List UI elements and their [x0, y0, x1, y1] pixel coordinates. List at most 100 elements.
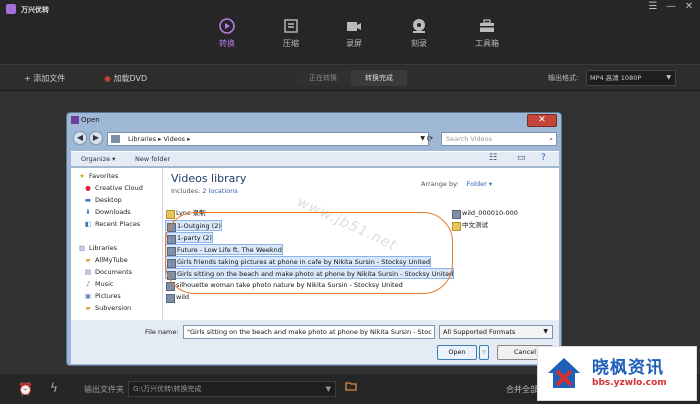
disc-icon: [410, 18, 428, 34]
preview-pane-icon[interactable]: ▭: [517, 153, 526, 163]
desktop-icon: ▬: [84, 196, 92, 204]
tab-label: 刻录: [411, 39, 427, 48]
downloads-icon: ⬇: [85, 208, 91, 216]
recent-icon: ◧: [84, 220, 92, 228]
nav-item-documents[interactable]: ▤ Documents: [83, 268, 132, 276]
brand-logo: 晓枫资讯 bbs.yzwlo.com: [537, 346, 697, 401]
command-bar: Organize ▾ New folder ☷ ▭ ?: [71, 151, 559, 167]
list-item[interactable]: wild: [165, 292, 189, 303]
organize-button[interactable]: Organize ▾: [81, 155, 115, 163]
brand-title: 晓枫资讯: [592, 358, 664, 378]
list-item[interactable]: wild_000010-000: [451, 208, 518, 219]
pictures-icon: ▣: [84, 292, 92, 300]
nav-label: Pictures: [95, 292, 121, 300]
conversion-segment: 正在转换 转换完成: [295, 70, 407, 86]
nav-item-subversion[interactable]: ▰ Subversion: [83, 304, 132, 312]
tab-label: 压缩: [283, 39, 299, 48]
alarm-icon[interactable]: ⏰: [18, 382, 33, 396]
add-files-button[interactable]: + 添加文件: [24, 73, 65, 84]
output-path: G:\万兴优转\转换完成: [133, 385, 202, 393]
back-button[interactable]: ◀: [73, 131, 87, 145]
file-name-field[interactable]: "Girls sitting on the beach and make pho…: [183, 325, 435, 339]
load-dvd-label: 加载DVD: [113, 74, 148, 83]
nav-label: Recent Places: [95, 220, 141, 228]
documents-icon: ▤: [84, 268, 92, 276]
cloud-icon: ●: [85, 184, 91, 192]
chevron-down-icon: ▼: [325, 385, 331, 393]
view-options-icon[interactable]: ☷: [489, 153, 497, 163]
merge-all-label[interactable]: 合并全部: [506, 384, 538, 395]
app-title: 万兴优转: [21, 6, 49, 14]
music-icon: ♪: [85, 280, 91, 288]
tab-label: 转换: [219, 39, 235, 48]
tab-label: 工具箱: [475, 39, 499, 48]
title-bar: 万兴优转 ☰ — ✕ 转换 压缩 录屏 刻录 工具箱: [0, 0, 700, 64]
library-icon: ▥: [78, 244, 86, 252]
tab-converted[interactable]: 转换完成: [351, 70, 407, 86]
address-bar[interactable]: Libraries ▸ Videos ▸ ▼: [107, 132, 429, 146]
library-subtitle: Includes: 2 locations: [171, 187, 238, 195]
app-logo-icon: [6, 4, 16, 14]
arrange-by-label: Arrange by:: [421, 180, 459, 188]
menu-icon[interactable]: ☰: [646, 1, 660, 12]
tab-burn[interactable]: 刻录: [394, 18, 444, 49]
dialog-footer: File name: "Girls sitting on the beach a…: [71, 320, 559, 364]
dialog-title: Open: [81, 116, 100, 124]
refresh-icon[interactable]: ⟳: [423, 132, 437, 146]
nav-item-libraries[interactable]: ▥ Libraries: [77, 244, 117, 252]
toolbar: + 添加文件 ◉ 加载DVD 正在转换 转换完成 输出格式: MP4 高清 10…: [0, 64, 700, 91]
output-format-select[interactable]: MP4 高清 1080P ▼: [586, 70, 676, 86]
highlight-oval: [165, 212, 453, 294]
nav-item-favorites[interactable]: ★ Favorites: [77, 172, 118, 180]
nav-item-desktop[interactable]: ▬ Desktop: [83, 196, 122, 204]
open-button[interactable]: Open: [437, 345, 477, 360]
nav-label: Libraries: [89, 244, 118, 252]
locations-link[interactable]: 2 locations: [202, 187, 237, 195]
dvd-icon: ◉: [104, 74, 114, 83]
nav-label: AllMyTube: [95, 256, 128, 264]
chevron-down-icon: ▼: [543, 328, 548, 335]
includes-label: Includes:: [171, 187, 201, 195]
arrange-by-select[interactable]: Folder ▾: [467, 180, 492, 188]
breadcrumb: Libraries ▸ Videos ▸: [128, 135, 191, 143]
nav-item-downloads[interactable]: ⬇ Downloads: [83, 208, 130, 216]
load-dvd-button[interactable]: ◉ 加载DVD: [104, 73, 147, 84]
output-folder-select[interactable]: G:\万兴优转\转换完成 ▼: [128, 381, 336, 397]
file-type-value: All Supported Formats: [443, 328, 516, 336]
search-placeholder: Search Videos: [446, 135, 492, 143]
new-folder-button[interactable]: New folder: [135, 155, 170, 163]
nav-label: Music: [95, 280, 114, 288]
output-format-value: MP4 高清 1080P: [590, 74, 642, 82]
folder-open-icon[interactable]: [345, 381, 357, 394]
nav-item-music[interactable]: ♪ Music: [83, 280, 114, 288]
app-window: 万兴优转 ☰ — ✕ 转换 压缩 录屏 刻录 工具箱 + 添加文件 ◉ 加载DV…: [0, 0, 700, 404]
forward-button[interactable]: ▶: [89, 131, 103, 145]
dialog-close-button[interactable]: ✕: [527, 114, 557, 127]
nav-label: Favorites: [89, 172, 119, 180]
nav-label: Documents: [95, 268, 133, 276]
nav-item-creative-cloud[interactable]: ● Creative Cloud: [83, 184, 143, 192]
nav-item-recent-places[interactable]: ◧ Recent Places: [83, 220, 140, 228]
file-name-label: File name:: [145, 328, 179, 336]
minimize-button[interactable]: —: [664, 1, 678, 12]
help-icon[interactable]: ?: [541, 153, 546, 163]
close-button[interactable]: ✕: [682, 1, 696, 12]
nav-label: Creative Cloud: [95, 184, 143, 192]
file-list-pane: Videos library Includes: 2 locations Arr…: [163, 168, 559, 320]
nav-item-pictures[interactable]: ▣ Pictures: [83, 292, 121, 300]
tab-converting[interactable]: 正在转换: [295, 70, 351, 86]
tab-record[interactable]: 录屏: [329, 18, 379, 49]
arrange-by: Arrange by: Folder ▾: [421, 180, 492, 188]
tab-label: 录屏: [346, 39, 362, 48]
tab-compress[interactable]: 压缩: [266, 18, 316, 49]
navigation-pane: ★ Favorites ● Creative Cloud ▬ Desktop ⬇ Dow…: [71, 168, 163, 320]
tab-toolbox[interactable]: 工具箱: [462, 18, 512, 49]
file-type-select[interactable]: All Supported Formats ▼: [439, 325, 553, 339]
star-icon: ★: [79, 172, 85, 180]
list-item[interactable]: 中文测试: [451, 220, 488, 231]
search-input[interactable]: Search Videos ⌕: [441, 132, 557, 146]
tab-convert[interactable]: 转换: [202, 18, 252, 49]
nav-item-allmytube[interactable]: ▰ AllMyTube: [83, 256, 128, 264]
open-dropdown-button[interactable]: ▼: [479, 345, 489, 360]
bolt-icon[interactable]: ϟ: [50, 381, 58, 395]
